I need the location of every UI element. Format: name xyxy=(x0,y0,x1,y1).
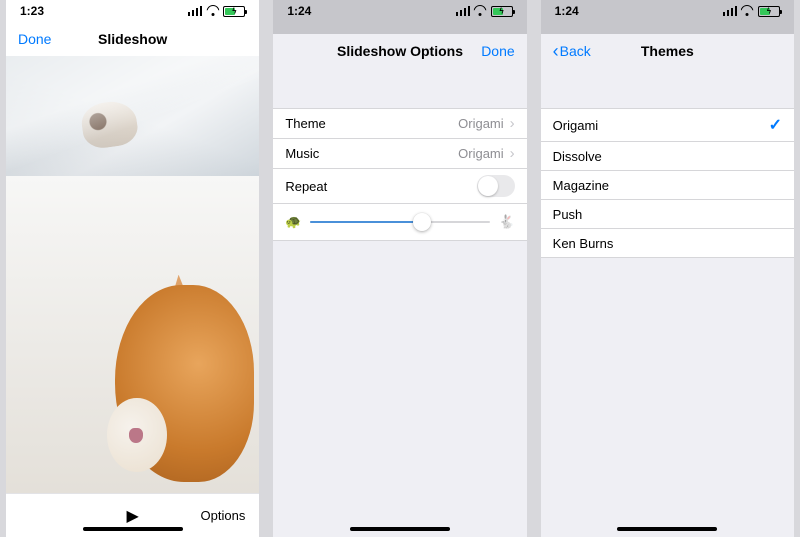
checkmark-icon: ✓ xyxy=(769,115,782,135)
status-right: ϟ xyxy=(456,6,513,17)
theme-value: Origami › xyxy=(458,115,515,132)
options-button[interactable]: Options xyxy=(201,508,246,523)
repeat-toggle[interactable] xyxy=(477,175,515,197)
home-indicator[interactable] xyxy=(617,527,717,531)
battery-icon: ϟ xyxy=(491,6,513,17)
status-bar: 1:23 ϟ xyxy=(6,0,259,22)
themes-list: Origami ✓ Dissolve Magazine Push Ken Burns xyxy=(541,108,794,258)
cellular-icon xyxy=(723,6,737,16)
slide-thumbnail-top xyxy=(6,56,259,176)
home-indicator[interactable] xyxy=(350,527,450,531)
status-bar: 1:24 ϟ xyxy=(541,0,794,22)
nav-title: Slideshow xyxy=(98,31,167,47)
wifi-icon xyxy=(741,6,754,16)
nav-bar: Slideshow Options Done xyxy=(273,34,526,68)
chevron-left-icon: ‹ xyxy=(553,42,559,60)
status-time: 1:24 xyxy=(555,4,579,18)
wifi-icon xyxy=(474,6,487,16)
nav-title: Themes xyxy=(641,43,694,59)
repeat-label: Repeat xyxy=(285,179,327,194)
theme-row[interactable]: Theme Origami › xyxy=(273,108,526,139)
cellular-icon xyxy=(188,6,202,16)
theme-option-label: Origami xyxy=(553,118,599,133)
battery-icon: ϟ xyxy=(223,6,245,17)
turtle-icon: 🐢 xyxy=(285,214,301,230)
chevron-right-icon: › xyxy=(510,145,515,162)
music-value: Origami › xyxy=(458,145,515,162)
theme-option[interactable]: Push xyxy=(541,200,794,229)
slide-main-image xyxy=(6,176,259,493)
nav-title: Slideshow Options xyxy=(337,43,463,59)
chevron-right-icon: › xyxy=(510,115,515,132)
slideshow-content[interactable] xyxy=(6,56,259,493)
play-button[interactable]: ▶ xyxy=(127,506,139,526)
speed-slider-row: 🐢 🐇 xyxy=(273,204,526,241)
back-button[interactable]: ‹ Back xyxy=(553,42,591,60)
nav-bar: Done Slideshow xyxy=(6,22,259,56)
theme-label: Theme xyxy=(285,116,325,131)
theme-option[interactable]: Magazine xyxy=(541,171,794,200)
theme-option[interactable]: Origami ✓ xyxy=(541,108,794,142)
status-right: ϟ xyxy=(723,6,780,17)
theme-option[interactable]: Dissolve xyxy=(541,142,794,171)
rabbit-icon: 🐇 xyxy=(498,214,514,230)
status-time: 1:23 xyxy=(20,4,44,18)
screen-options: 1:24 ϟ Slideshow Options Done Theme Orig… xyxy=(273,0,526,537)
theme-option-label: Dissolve xyxy=(553,149,602,164)
music-label: Music xyxy=(285,146,319,161)
done-button[interactable]: Done xyxy=(18,31,51,47)
home-indicator[interactable] xyxy=(83,527,183,531)
wifi-icon xyxy=(206,6,219,16)
done-button[interactable]: Done xyxy=(481,43,514,59)
cellular-icon xyxy=(456,6,470,16)
theme-option[interactable]: Ken Burns xyxy=(541,229,794,258)
battery-icon: ϟ xyxy=(758,6,780,17)
screen-slideshow: 1:23 ϟ Done Slideshow ▶ Options xyxy=(6,0,259,537)
status-right: ϟ xyxy=(188,6,245,17)
theme-option-label: Push xyxy=(553,207,583,222)
speed-slider[interactable] xyxy=(310,212,491,232)
status-time: 1:24 xyxy=(287,4,311,18)
music-row[interactable]: Music Origami › xyxy=(273,139,526,169)
theme-option-label: Ken Burns xyxy=(553,236,614,251)
status-bar: 1:24 ϟ xyxy=(273,0,526,22)
theme-option-label: Magazine xyxy=(553,178,609,193)
nav-bar: ‹ Back Themes xyxy=(541,34,794,68)
screen-themes: 1:24 ϟ ‹ Back Themes Origami ✓ Dissolve Mag… xyxy=(541,0,794,537)
repeat-row: Repeat xyxy=(273,169,526,204)
